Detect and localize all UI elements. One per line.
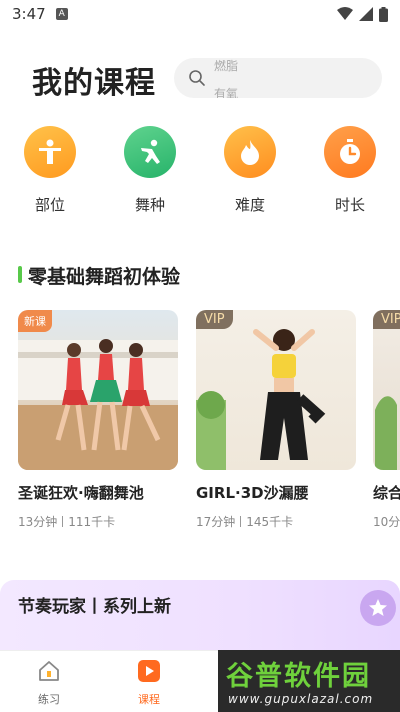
course-card[interactable]: 新课 圣诞狂欢·嗨翻舞池 13分钟 111千卡 <box>18 310 178 530</box>
nav-practice[interactable]: 练习 <box>19 659 79 707</box>
category-label: 时长 <box>334 196 365 214</box>
course-title: GIRL·3D沙漏腰 <box>196 484 309 502</box>
search-input[interactable]: 燃脂 有氧 <box>174 58 382 98</box>
play-icon <box>138 660 160 682</box>
nav-label: 练习 <box>38 693 60 706</box>
status-time: 3:47 <box>12 5 46 23</box>
watermark: 谷普软件园 www.gupuxlazal.com <box>218 650 400 712</box>
category-difficulty[interactable]: 难度 <box>220 126 280 215</box>
watermark-url: www.gupuxlazal.com <box>228 692 374 706</box>
course-card[interactable]: VIP 综合 10分 <box>373 310 400 530</box>
new-badge: 新课 <box>18 310 52 332</box>
course-meta: 13分钟 111千卡 <box>18 513 178 530</box>
status-icons <box>337 6 388 22</box>
vip-badge: VIP <box>373 310 400 329</box>
course-calories: 145千卡 <box>246 515 294 529</box>
home-icon <box>39 661 59 681</box>
category-dance-type[interactable]: 舞种 <box>120 126 180 215</box>
nav-label: 课程 <box>138 693 160 706</box>
course-title: 综合 <box>373 484 400 502</box>
notification-icon: A <box>55 8 68 20</box>
timer-icon <box>324 126 376 178</box>
page-title: 我的课程 <box>32 66 156 101</box>
course-calories: 111千卡 <box>68 515 116 529</box>
course-meta: 10分 <box>373 513 400 530</box>
star-icon <box>360 590 396 626</box>
battery-icon <box>379 6 388 22</box>
series-section: 节奏玩家丨系列上新 <box>0 580 400 660</box>
body-part-icon <box>24 126 76 178</box>
search-icon <box>189 70 205 86</box>
category-body-part[interactable]: 部位 <box>20 126 80 215</box>
category-duration[interactable]: 时长 <box>320 126 380 215</box>
course-thumbnail: 新课 <box>18 310 178 470</box>
flame-icon <box>224 126 276 178</box>
category-label: 难度 <box>234 196 265 214</box>
course-thumbnail: VIP <box>196 310 356 470</box>
search-hints: 燃脂 有氧 <box>214 58 238 98</box>
category-label: 舞种 <box>134 196 165 214</box>
meta-divider <box>62 516 64 527</box>
signal-icon <box>359 7 373 21</box>
status-bar: 3:47 A <box>0 0 400 28</box>
search-hint: 有氧 <box>214 87 239 98</box>
category-label: 部位 <box>34 196 65 214</box>
wifi-icon <box>337 7 353 20</box>
watermark-text: 谷普软件园 <box>226 661 371 692</box>
vip-badge: VIP <box>196 310 233 329</box>
nav-courses[interactable]: 课程 <box>119 659 179 707</box>
course-duration: 10分 <box>373 515 400 529</box>
section-title: 零基础舞蹈初体验 <box>18 262 180 289</box>
series-title: 节奏玩家丨系列上新 <box>18 597 171 617</box>
section-accent-bar <box>18 266 22 283</box>
course-meta: 17分钟 145千卡 <box>196 513 356 530</box>
category-filters: 部位 舞种 难度 时长 <box>0 126 400 216</box>
section-title-text: 零基础舞蹈初体验 <box>28 266 181 288</box>
meta-divider <box>240 516 242 527</box>
dance-type-icon <box>124 126 176 178</box>
course-duration: 13分钟 <box>18 515 58 529</box>
search-hint: 燃脂 <box>214 59 239 73</box>
course-title: 圣诞狂欢·嗨翻舞池 <box>18 484 144 502</box>
course-thumbnail: VIP <box>373 310 400 470</box>
course-duration: 17分钟 <box>196 515 236 529</box>
course-card[interactable]: VIP GIRL·3D沙漏腰 17分钟 145千卡 <box>196 310 356 530</box>
